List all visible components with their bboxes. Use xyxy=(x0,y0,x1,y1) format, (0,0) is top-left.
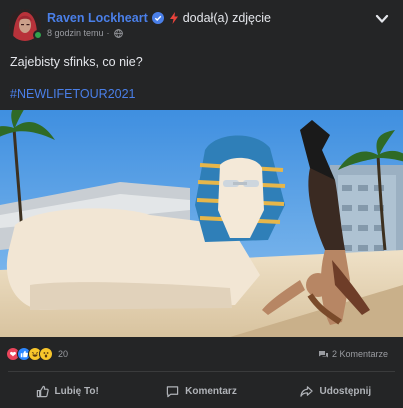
comment-icon xyxy=(166,385,179,397)
hashtag-link[interactable]: #NEWLIFETOUR2021 xyxy=(10,87,136,101)
post-header: Raven Lockheart dodał(a) zdjęcie 8 godzi… xyxy=(0,0,403,48)
comments-count-text: 2 Komentarze xyxy=(331,349,388,359)
comment-label: Komentarz xyxy=(185,385,237,397)
verified-badge-icon xyxy=(151,12,164,24)
photo-image xyxy=(0,110,403,337)
share-button[interactable]: Udostępnij xyxy=(269,374,403,408)
like-button[interactable]: Lubię To! xyxy=(0,374,134,408)
globe-icon xyxy=(113,28,123,38)
post-photo[interactable] xyxy=(0,110,403,337)
post-action-text: dodał(a) zdjęcie xyxy=(182,11,271,25)
reactions-summary[interactable]: ❤ 20 xyxy=(6,346,68,362)
comment-bubble-icon xyxy=(318,350,328,357)
post-meta: 8 godzin temu · xyxy=(47,28,123,38)
share-label: Udostępnij xyxy=(319,385,372,397)
online-status-dot xyxy=(33,30,43,40)
chevron-down-icon[interactable] xyxy=(375,13,389,25)
comments-count-link[interactable]: 2 Komentarze xyxy=(318,349,388,359)
author-name[interactable]: Raven Lockheart xyxy=(47,11,148,25)
meta-separator: · xyxy=(106,28,110,38)
action-bar: Lubię To! Komentarz Udostępnij xyxy=(0,374,403,408)
divider xyxy=(8,371,395,372)
reaction-count: 20 xyxy=(58,349,69,359)
comment-button[interactable]: Komentarz xyxy=(134,374,268,408)
thumbs-up-icon xyxy=(36,385,49,397)
wow-reaction-icon xyxy=(39,347,53,361)
post-time[interactable]: 8 godzin temu xyxy=(47,28,104,38)
post-title-line: Raven Lockheart dodał(a) zdjęcie xyxy=(47,11,271,25)
lightning-bolt-icon xyxy=(169,12,178,24)
like-label: Lubię To! xyxy=(54,385,99,397)
share-arrow-icon xyxy=(300,385,314,397)
post-text: Zajebisty sfinks, co nie? xyxy=(10,55,143,69)
post-card: Raven Lockheart dodał(a) zdjęcie 8 godzi… xyxy=(0,0,403,408)
